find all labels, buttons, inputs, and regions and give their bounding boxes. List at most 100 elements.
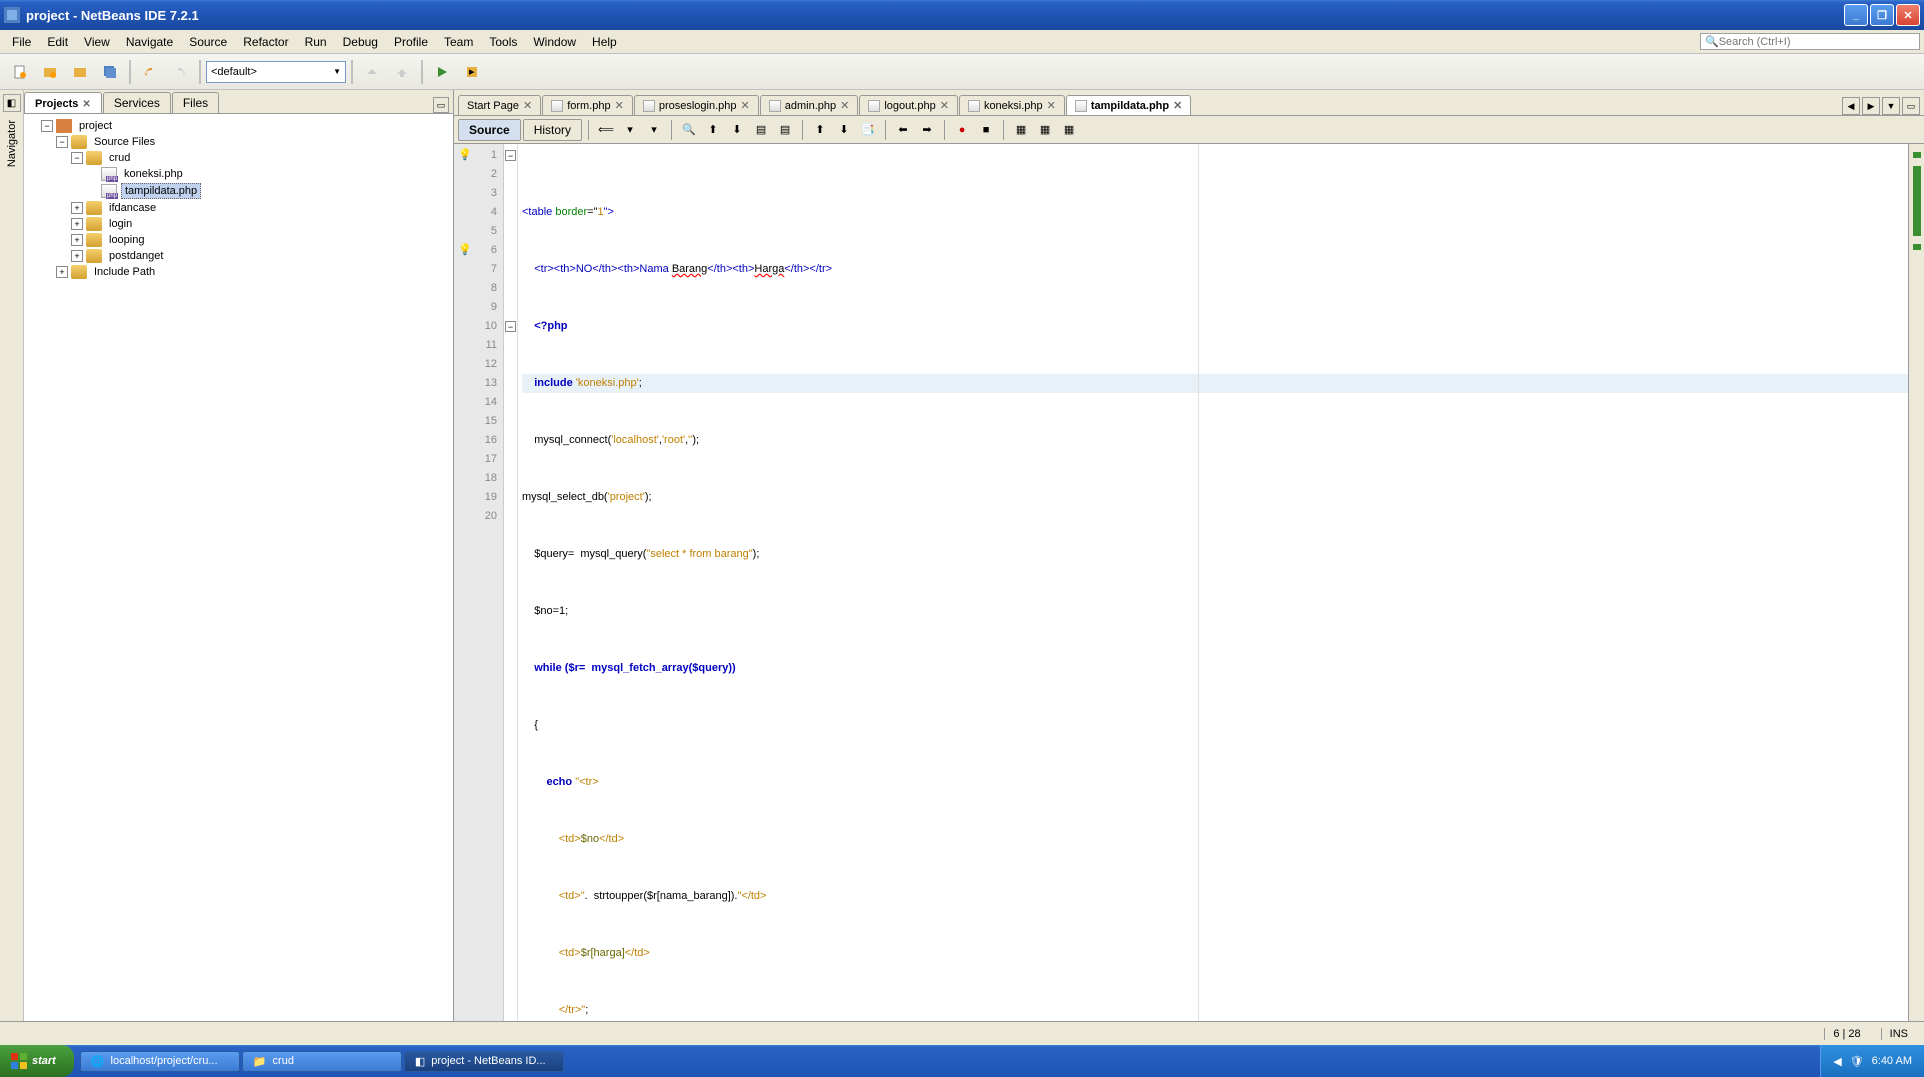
format-button[interactable]: ▦ [1058, 119, 1080, 141]
close-icon[interactable]: ✕ [615, 99, 624, 112]
panel-minimize-button[interactable]: ▭ [433, 97, 449, 113]
editor-nav-back-button[interactable]: ⟸ [595, 119, 617, 141]
hint-icon[interactable]: 💡 [458, 146, 472, 165]
editor-nav-fwd-button[interactable]: ▾ [619, 119, 641, 141]
menu-tools[interactable]: Tools [481, 33, 525, 51]
close-icon[interactable]: ✕ [840, 99, 849, 112]
panel-tab-services[interactable]: Services [103, 92, 171, 113]
toggle-highlight-button[interactable]: ▤ [750, 119, 772, 141]
tree-folder-crud[interactable]: crud [106, 151, 133, 165]
menu-navigate[interactable]: Navigate [118, 33, 181, 51]
run-button[interactable] [428, 58, 456, 86]
menu-profile[interactable]: Profile [386, 33, 436, 51]
toggle-bookmark-button[interactable]: ▤ [774, 119, 796, 141]
tree-file-koneksi[interactable]: koneksi.php [121, 167, 186, 181]
maximize-button[interactable]: ❐ [1870, 4, 1894, 26]
system-tray[interactable]: ◀ 🛡 6:40 AM [1820, 1045, 1924, 1077]
tree-toggle[interactable]: − [41, 120, 53, 132]
tree-toggle[interactable]: + [71, 202, 83, 214]
tab-list-button[interactable]: ▼ [1882, 97, 1900, 115]
tab-admin-php[interactable]: admin.php✕ [760, 95, 859, 115]
open-project-button[interactable] [66, 58, 94, 86]
prev-bookmark-button[interactable]: ⬆ [809, 119, 831, 141]
panel-tab-files[interactable]: Files [172, 92, 219, 113]
tab-koneksi-php[interactable]: koneksi.php✕ [959, 95, 1065, 115]
tab-proseslogin-php[interactable]: proseslogin.php✕ [634, 95, 759, 115]
debug-button[interactable]: ▸ [458, 58, 486, 86]
macro-stop-button[interactable]: ■ [975, 119, 997, 141]
comment-button[interactable]: ▦ [1010, 119, 1032, 141]
tree-source-files[interactable]: Source Files [91, 135, 158, 149]
tab-prev-button[interactable]: ◀ [1842, 97, 1860, 115]
search-input[interactable] [1719, 36, 1915, 48]
panel-tab-projects[interactable]: Projects✕ [24, 92, 102, 113]
task-item-netbeans[interactable]: ◧project - NetBeans ID... [404, 1051, 564, 1072]
save-all-button[interactable] [96, 58, 124, 86]
tree-toggle[interactable]: − [56, 136, 68, 148]
project-tree[interactable]: −project −Source Files −crud phpkoneksi.… [24, 114, 453, 1021]
find-next-button[interactable]: ⬇ [726, 119, 748, 141]
tree-folder-looping[interactable]: looping [106, 233, 147, 247]
shift-left-button[interactable]: ⬅ [892, 119, 914, 141]
new-file-button[interactable] [6, 58, 34, 86]
fold-toggle[interactable]: − [505, 150, 516, 161]
error-stripe[interactable] [1908, 144, 1924, 1021]
close-icon[interactable]: ✕ [82, 99, 90, 110]
tray-icon[interactable]: 🛡 [1850, 1055, 1864, 1068]
editor-nav-last-button[interactable]: ▾ [643, 119, 665, 141]
tab-logout-php[interactable]: logout.php✕ [859, 95, 958, 115]
tree-toggle[interactable]: + [71, 250, 83, 262]
menu-refactor[interactable]: Refactor [235, 33, 296, 51]
config-dropdown[interactable]: <default> ▼ [206, 61, 346, 83]
shift-right-button[interactable]: ➡ [916, 119, 938, 141]
menu-file[interactable]: File [4, 33, 39, 51]
clock[interactable]: 6:40 AM [1872, 1055, 1912, 1067]
tree-file-tampildata[interactable]: tampildata.php [121, 183, 201, 199]
tree-toggle[interactable]: − [71, 152, 83, 164]
clean-build-button[interactable] [388, 58, 416, 86]
tree-toggle[interactable]: + [71, 234, 83, 246]
find-prev-button[interactable]: ⬆ [702, 119, 724, 141]
tree-folder-ifdancase[interactable]: ifdancase [106, 201, 159, 215]
navigator-tab[interactable]: Navigator [6, 116, 18, 171]
tree-folder-postdanget[interactable]: postdanget [106, 249, 166, 263]
close-button[interactable]: ✕ [1896, 4, 1920, 26]
edge-collapse-button[interactable]: ◧ [3, 94, 21, 112]
tree-toggle[interactable]: + [71, 218, 83, 230]
tree-folder-login[interactable]: login [106, 217, 135, 231]
tab-maximize-button[interactable]: ▭ [1902, 97, 1920, 115]
redo-button[interactable] [166, 58, 194, 86]
fold-toggle[interactable]: − [505, 321, 516, 332]
source-tab[interactable]: Source [458, 119, 521, 141]
tree-toggle[interactable]: + [56, 266, 68, 278]
close-icon[interactable]: ✕ [523, 99, 532, 112]
quick-search[interactable]: 🔍 [1700, 33, 1920, 50]
undo-button[interactable] [136, 58, 164, 86]
code-editor[interactable]: 💡1 2345 💡6 78910 11121314 15161718 1920 … [454, 144, 1924, 1021]
menu-debug[interactable]: Debug [335, 33, 386, 51]
toggle-bookmark2-button[interactable]: 📑 [857, 119, 879, 141]
code-content[interactable]: <table border="1"> <tr><th>NO</th><th>Na… [518, 144, 1908, 1021]
close-icon[interactable]: ✕ [741, 99, 750, 112]
macro-record-button[interactable]: ● [951, 119, 973, 141]
uncomment-button[interactable]: ▦ [1034, 119, 1056, 141]
insert-mode[interactable]: INS [1881, 1028, 1916, 1040]
close-icon[interactable]: ✕ [940, 99, 949, 112]
menu-source[interactable]: Source [181, 33, 235, 51]
menu-edit[interactable]: Edit [39, 33, 76, 51]
menu-view[interactable]: View [76, 33, 118, 51]
menu-help[interactable]: Help [584, 33, 625, 51]
minimize-button[interactable]: _ [1844, 4, 1868, 26]
close-icon[interactable]: ✕ [1173, 99, 1182, 112]
tree-include-path[interactable]: Include Path [91, 265, 158, 279]
tray-icon[interactable]: ◀ [1833, 1055, 1841, 1068]
tab-next-button[interactable]: ▶ [1862, 97, 1880, 115]
next-bookmark-button[interactable]: ⬇ [833, 119, 855, 141]
tab-form-php[interactable]: form.php✕ [542, 95, 633, 115]
build-button[interactable] [358, 58, 386, 86]
menu-window[interactable]: Window [525, 33, 584, 51]
history-tab[interactable]: History [523, 119, 582, 141]
tab-start-page[interactable]: Start Page✕ [458, 95, 541, 115]
new-project-button[interactable] [36, 58, 64, 86]
task-item-chrome[interactable]: 🌐localhost/project/cru... [80, 1051, 240, 1072]
